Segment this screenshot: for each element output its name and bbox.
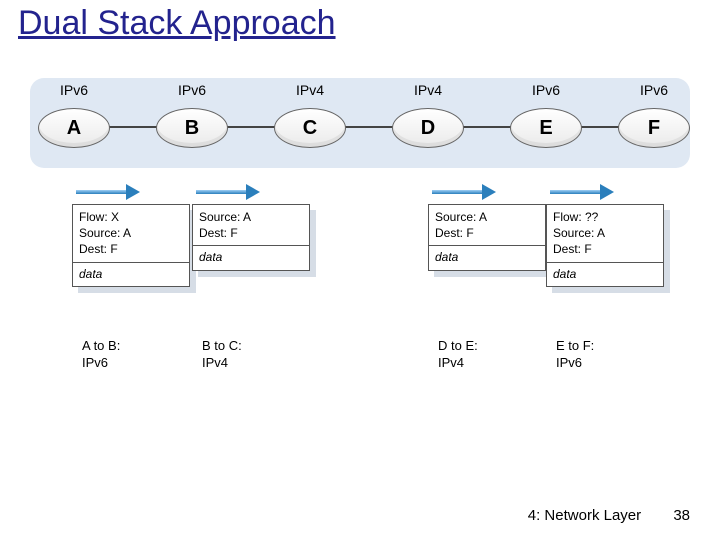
node-e: E	[510, 108, 582, 148]
slide: Dual Stack Approach IPv6 A IPv6 B IPv4 C…	[0, 0, 720, 540]
packet-line: Dest: F	[79, 241, 183, 257]
packet-box: Source: A Dest: F data	[192, 204, 310, 271]
hop-line2: IPv4	[202, 355, 322, 372]
hop-bc: B to C: IPv4	[202, 338, 322, 372]
node-letter-b: B	[185, 117, 199, 140]
packet-bc: Source: A Dest: F data	[192, 178, 312, 271]
node-f: F	[618, 108, 690, 148]
packet-line: Source: A	[435, 209, 539, 225]
packet-data: data	[553, 266, 657, 282]
hop-de: D to E: IPv4	[438, 338, 558, 372]
node-d: D	[392, 108, 464, 148]
node-proto-c: IPv4	[296, 82, 324, 98]
packet-divider	[73, 262, 189, 263]
node-letter-d: D	[421, 117, 435, 140]
node-a: A	[38, 108, 110, 148]
arrow-icon	[550, 184, 666, 200]
hop-line2: IPv6	[82, 355, 202, 372]
packet-data: data	[435, 249, 539, 265]
network-band: IPv6 A IPv6 B IPv4 C IPv4 D IPv6 E IPv6 …	[30, 78, 690, 168]
packet-line: Dest: F	[199, 225, 303, 241]
node-proto-d: IPv4	[414, 82, 442, 98]
packet-line: Flow: X	[79, 209, 183, 225]
node-proto-e: IPv6	[532, 82, 560, 98]
node-c: C	[274, 108, 346, 148]
packet-divider	[429, 245, 545, 246]
node-b: B	[156, 108, 228, 148]
chapter-label: 4: Network Layer	[528, 507, 641, 524]
diagram: IPv6 A IPv6 B IPv4 C IPv4 D IPv6 E IPv6 …	[30, 78, 690, 168]
packet-line: Source: A	[79, 225, 183, 241]
packet-line: Source: A	[199, 209, 303, 225]
hop-line2: IPv4	[438, 355, 558, 372]
arrow-icon	[196, 184, 312, 200]
packet-line: Dest: F	[553, 241, 657, 257]
packet-data: data	[199, 249, 303, 265]
packet-box: Source: A Dest: F data	[428, 204, 546, 271]
packet-line: Dest: F	[435, 225, 539, 241]
packet-line: Flow: ??	[553, 209, 657, 225]
packet-ab: Flow: X Source: A Dest: F data	[72, 178, 192, 287]
node-letter-a: A	[67, 117, 81, 140]
hop-ef: E to F: IPv6	[556, 338, 676, 372]
node-proto-f: IPv6	[640, 82, 668, 98]
packet-divider	[547, 262, 663, 263]
packet-divider	[193, 245, 309, 246]
hop-line1: B to C:	[202, 338, 322, 355]
node-letter-c: C	[303, 117, 317, 140]
arrow-icon	[76, 184, 192, 200]
node-letter-e: E	[539, 117, 552, 140]
node-proto-b: IPv6	[178, 82, 206, 98]
packet-data: data	[79, 266, 183, 282]
packet-ef: Flow: ?? Source: A Dest: F data	[546, 178, 666, 287]
hop-line1: A to B:	[82, 338, 202, 355]
packet-box: Flow: ?? Source: A Dest: F data	[546, 204, 664, 287]
packet-line: Source: A	[553, 225, 657, 241]
hop-ab: A to B: IPv6	[82, 338, 202, 372]
packet-de: Source: A Dest: F data	[428, 178, 548, 271]
slide-title: Dual Stack Approach	[18, 4, 336, 43]
packet-box: Flow: X Source: A Dest: F data	[72, 204, 190, 287]
slide-footer: 4: Network Layer 38	[528, 507, 690, 524]
hop-line1: E to F:	[556, 338, 676, 355]
arrow-icon	[432, 184, 548, 200]
hop-line2: IPv6	[556, 355, 676, 372]
hop-line1: D to E:	[438, 338, 558, 355]
node-proto-a: IPv6	[60, 82, 88, 98]
page-number: 38	[673, 507, 690, 524]
node-letter-f: F	[648, 117, 660, 140]
